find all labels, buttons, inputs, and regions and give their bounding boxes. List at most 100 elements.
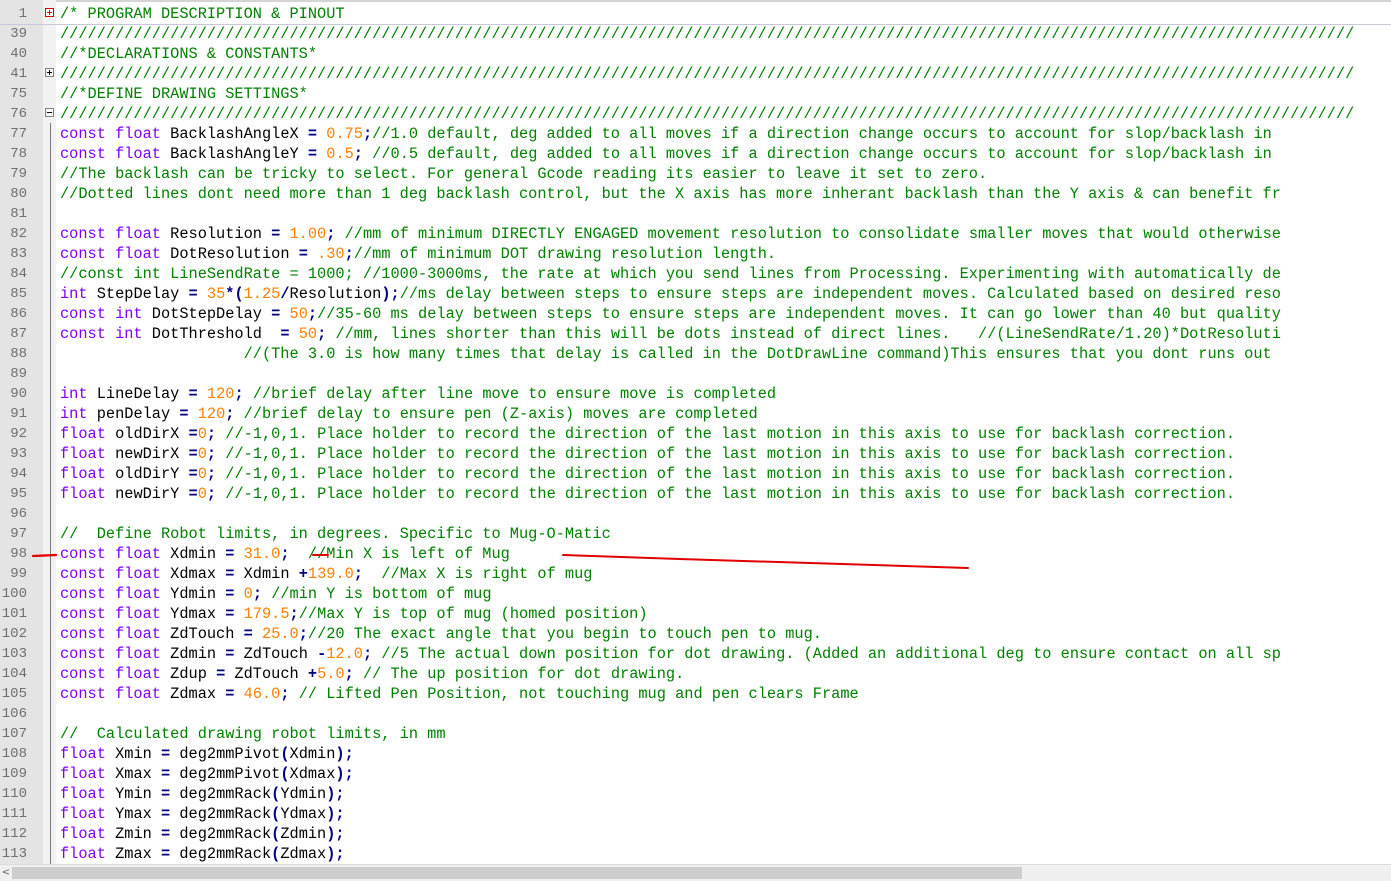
code-line[interactable]: 113 float Zmax = deg2mmRack(Zdmax); — [0, 844, 1391, 864]
code-text[interactable]: int StepDelay = 35*(1.25/Resolution);//m… — [60, 284, 1281, 304]
code-text[interactable]: const float Zdmin = ZdTouch -12.0; //5 T… — [60, 644, 1281, 664]
code-text[interactable]: ////////////////////////////////////////… — [60, 104, 1354, 124]
comment-token: //*DEFINE DRAWING SETTINGS* — [60, 85, 308, 103]
code-text[interactable]: ////////////////////////////////////////… — [60, 24, 1354, 44]
code-text[interactable]: // Define Robot limits, in degrees. Spec… — [60, 524, 611, 544]
code-line[interactable]: 106 — [0, 704, 1391, 724]
code-text[interactable]: //The backlash can be tricky to select. … — [60, 164, 987, 184]
code-line[interactable]: 40 //*DECLARATIONS & CONSTANTS* — [0, 44, 1391, 64]
code-line[interactable]: 83 const float DotResolution = .30;//mm o… — [0, 244, 1391, 264]
code-line[interactable]: 109 float Xmax = deg2mmPivot(Xdmax); — [0, 764, 1391, 784]
code-text[interactable]: const int DotStepDelay = 50;//35-60 ms d… — [60, 304, 1281, 324]
code-line[interactable]: 78 const float BacklashAngleY = 0.5; //0.… — [0, 144, 1391, 164]
code-editor[interactable]: 1/* PROGRAM DESCRIPTION & PINOUT 39//////… — [0, 0, 1391, 864]
number-token: 0 — [243, 585, 253, 603]
line-number: 76 — [10, 106, 27, 122]
code-line[interactable]: 96 — [0, 504, 1391, 524]
code-line[interactable]: 102 const float ZdTouch = 25.0;//20 The e… — [0, 624, 1391, 644]
identifier-token: LineDelay — [87, 385, 189, 403]
code-text[interactable]: //const int LineSendRate = 1000; //1000-… — [60, 264, 1281, 284]
code-line[interactable]: 41 //////////////////////////////////////… — [0, 64, 1391, 84]
code-text[interactable]: /* PROGRAM DESCRIPTION & PINOUT — [60, 4, 345, 24]
code-line[interactable]: 105 const float Zdmax = 46.0; // Lifted P… — [0, 684, 1391, 704]
code-line[interactable]: 1 /* PROGRAM DESCRIPTION & PINOUT — [0, 4, 1391, 25]
code-text[interactable]: //*DECLARATIONS & CONSTANTS* — [60, 44, 317, 64]
code-line[interactable]: 86 const int DotStepDelay = 50;//35-60 ms… — [0, 304, 1391, 324]
code-text[interactable]: float oldDirX =0; //-1,0,1. Place holder… — [60, 424, 1235, 444]
identifier-token — [317, 125, 326, 143]
code-text[interactable]: float Zmax = deg2mmRack(Zdmax); — [60, 844, 345, 864]
code-line[interactable]: 104 const float Zdup = ZdTouch +5.0; // T… — [0, 664, 1391, 684]
code-text[interactable]: //*DEFINE DRAWING SETTINGS* — [60, 84, 308, 104]
keyword-token: float — [60, 745, 106, 763]
code-line[interactable]: 77 const float BacklashAngleX = 0.75;//1.… — [0, 124, 1391, 144]
code-text[interactable]: float newDirY =0; //-1,0,1. Place holder… — [60, 484, 1235, 504]
line-number: 91 — [10, 406, 27, 422]
code-line[interactable]: 95 float newDirY =0; //-1,0,1. Place hold… — [0, 484, 1391, 504]
code-text[interactable]: float Xmax = deg2mmPivot(Xdmax); — [60, 764, 354, 784]
code-line[interactable]: 87 const int DotThreshold = 50; //mm, lin… — [0, 324, 1391, 344]
operator-token: = — [188, 285, 198, 303]
code-text[interactable]: const float Xdmax = Xdmin +139.0; //Max … — [60, 564, 592, 584]
code-text[interactable]: float Xmin = deg2mmPivot(Xdmin); — [60, 744, 354, 764]
code-text[interactable]: const float Zdmax = 46.0; // Lifted Pen … — [60, 684, 859, 704]
code-line[interactable]: 85 int StepDelay = 35*(1.25/Resolution);/… — [0, 284, 1391, 304]
code-line[interactable]: 90 int LineDelay = 120; //brief delay aft… — [0, 384, 1391, 404]
code-line[interactable]: 92 float oldDirX =0; //-1,0,1. Place hold… — [0, 424, 1391, 444]
code-line[interactable]: 108 float Xmin = deg2mmPivot(Xdmin); — [0, 744, 1391, 764]
code-text[interactable]: float Zmin = deg2mmRack(Zdmin); — [60, 824, 345, 844]
code-line[interactable]: 79 //The backlash can be tricky to select… — [0, 164, 1391, 184]
code-line[interactable]: 112 float Zmin = deg2mmRack(Zdmin); — [0, 824, 1391, 844]
code-line[interactable]: 100 const float Ydmin = 0; //min Y is bot… — [0, 584, 1391, 604]
scroll-left-arrow-icon[interactable]: < — [0, 865, 12, 881]
code-text[interactable]: const float Ydmax = 179.5;//Max Y is top… — [60, 604, 648, 624]
code-text[interactable]: const float DotResolution = .30;//mm of … — [60, 244, 776, 264]
keyword-token: const float — [60, 605, 161, 623]
identifier-token: Ydmin — [280, 785, 327, 803]
code-text[interactable]: const int DotThreshold = 50; //mm, lines… — [60, 324, 1281, 344]
code-line[interactable]: 39 //////////////////////////////////////… — [0, 24, 1391, 44]
fold-expand-icon[interactable] — [45, 68, 54, 77]
horizontal-scrollbar[interactable]: < — [0, 864, 1391, 881]
code-text[interactable]: const float Resolution = 1.00; //mm of m… — [60, 224, 1281, 244]
code-line[interactable]: 99 const float Xdmax = Xdmin +139.0; //Ma… — [0, 564, 1391, 584]
code-line[interactable]: 88 //(The 3.0 is how many times that del… — [0, 344, 1391, 364]
code-line[interactable]: 107 // Calculated drawing robot limits, i… — [0, 724, 1391, 744]
code-text[interactable]: const float ZdTouch = 25.0;//20 The exac… — [60, 624, 822, 644]
code-line[interactable]: 81 — [0, 204, 1391, 224]
code-line[interactable]: 75 //*DEFINE DRAWING SETTINGS* — [0, 84, 1391, 104]
code-text[interactable]: const float BacklashAngleY = 0.5; //0.5 … — [60, 144, 1272, 164]
code-text[interactable]: float oldDirY =0; //-1,0,1. Place holder… — [60, 464, 1235, 484]
code-line[interactable]: 93 float newDirX =0; //-1,0,1. Place hold… — [0, 444, 1391, 464]
code-text[interactable]: int penDelay = 120; //brief delay to ens… — [60, 404, 758, 424]
code-text[interactable]: const float Ydmin = 0; //min Y is bottom… — [60, 584, 492, 604]
code-line[interactable]: 94 float oldDirY =0; //-1,0,1. Place hold… — [0, 464, 1391, 484]
code-text[interactable]: float Ymin = deg2mmRack(Ydmin); — [60, 784, 345, 804]
code-text[interactable]: ////////////////////////////////////////… — [60, 64, 1354, 84]
code-text[interactable]: float Ymax = deg2mmRack(Ydmax); — [60, 804, 345, 824]
code-line[interactable]: 91 int penDelay = 120; //brief delay to e… — [0, 404, 1391, 424]
horizontal-scroll-thumb[interactable] — [12, 867, 1022, 879]
code-line[interactable]: 110 float Ymin = deg2mmRack(Ydmin); — [0, 784, 1391, 804]
code-line[interactable]: 89 — [0, 364, 1391, 384]
code-text[interactable]: float newDirX =0; //-1,0,1. Place holder… — [60, 444, 1235, 464]
line-number: 84 — [10, 266, 27, 282]
code-text[interactable]: // Calculated drawing robot limits, in m… — [60, 724, 446, 744]
code-line[interactable]: 101 const float Ydmax = 179.5;//Max Y is … — [0, 604, 1391, 624]
code-line[interactable]: 76 //////////////////////////////////////… — [0, 104, 1391, 124]
code-text[interactable]: int LineDelay = 120; //brief delay after… — [60, 384, 776, 404]
code-line[interactable]: 82 const float Resolution = 1.00; //mm of… — [0, 224, 1391, 244]
code-line[interactable]: 103 const float Zdmin = ZdTouch -12.0; //… — [0, 644, 1391, 664]
fold-collapse-icon[interactable] — [45, 108, 54, 117]
code-line[interactable]: 84 //const int LineSendRate = 1000; //100… — [0, 264, 1391, 284]
code-text[interactable]: //Dotted lines dont need more than 1 deg… — [60, 184, 1281, 204]
code-line[interactable]: 97 // Define Robot limits, in degrees. Sp… — [0, 524, 1391, 544]
code-line[interactable]: 80 //Dotted lines dont need more than 1 d… — [0, 184, 1391, 204]
code-text[interactable]: //(The 3.0 is how many times that delay … — [60, 344, 1272, 364]
fold-expand-icon[interactable] — [45, 8, 54, 17]
code-text[interactable]: const float Xdmin = 31.0; //Min X is lef… — [60, 544, 510, 564]
code-text[interactable]: const float Zdup = ZdTouch +5.0; // The … — [60, 664, 684, 684]
code-line[interactable]: 111 float Ymax = deg2mmRack(Ydmax); — [0, 804, 1391, 824]
code-line[interactable]: 98 const float Xdmin = 31.0; //Min X is l… — [0, 544, 1391, 564]
code-text[interactable]: const float BacklashAngleX = 0.75;//1.0 … — [60, 124, 1272, 144]
